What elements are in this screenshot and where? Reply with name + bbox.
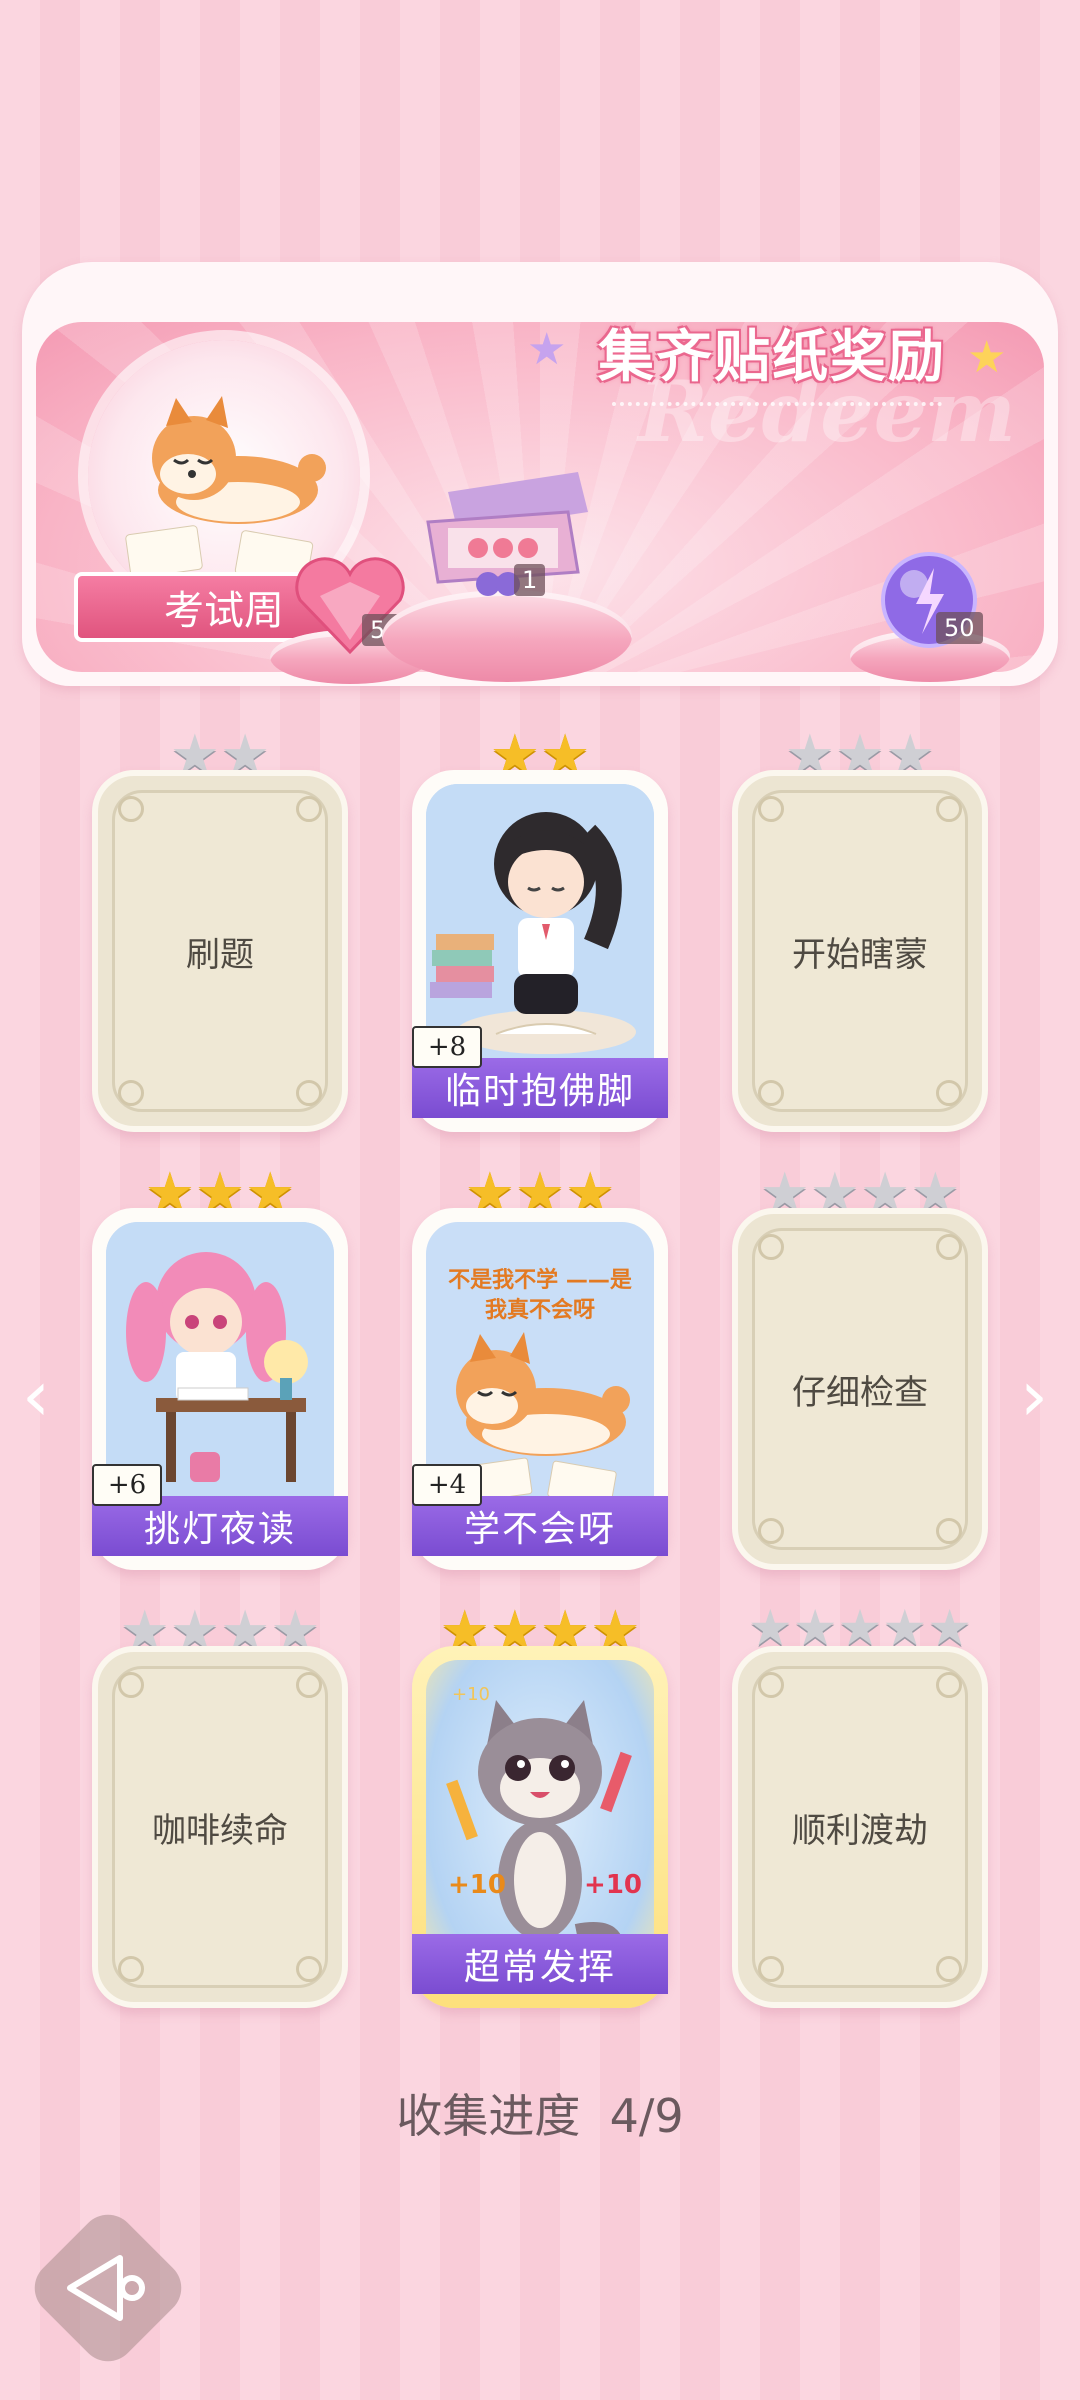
card-name: 咖啡续命 (152, 1810, 288, 1851)
art-bonus-top: +10 (452, 1684, 490, 1705)
back-arrow-icon (67, 2255, 145, 2321)
purple-star-icon: ★ (527, 324, 567, 375)
sticker-card-locked[interactable]: ★ ★ 刷题 (92, 728, 348, 1132)
art-bonus-right: +10 (584, 1870, 642, 1900)
card-frame: 咖啡续命 (92, 1646, 348, 2008)
sticker-card-unlocked[interactable]: ★ ★ ★ 不是我不学 ——是我真不会呀 学不会呀 +4 (412, 1166, 668, 1570)
sticker-card-locked[interactable]: ★ ★ ★ ★ 咖啡续命 (92, 1604, 348, 2008)
reward-energy-orb[interactable]: 50 (850, 548, 1010, 682)
bonus-tag: +6 (92, 1464, 162, 1506)
card-name: 刷题 (186, 934, 254, 975)
reward-count: 1 (514, 564, 546, 596)
gift-box-icon (426, 472, 588, 596)
sticker-card-unlocked[interactable]: ★ ★ 临时抱佛脚 +8 (412, 728, 668, 1132)
sticker-card-locked[interactable]: ★ ★ ★ 开始瞎蒙 (732, 728, 988, 1132)
sticker-card-locked[interactable]: ★ ★ ★ ★ 仔细检查 (732, 1166, 988, 1570)
bonus-tag: +8 (412, 1026, 482, 1068)
card-frame: +10 +10 +10 超常发挥 (412, 1646, 668, 2008)
card-frame: 仔细检查 (732, 1208, 988, 1570)
card-frame: 挑灯夜读 +6 (92, 1208, 348, 1570)
card-name: 开始瞎蒙 (792, 934, 928, 975)
card-frame: 临时抱佛脚 +8 (412, 770, 668, 1132)
card-frame: 刷题 (92, 770, 348, 1132)
yellow-star-icon: ★ (967, 332, 1007, 383)
progress-label: 收集进度 (396, 2089, 581, 2143)
next-page-arrow-icon[interactable]: › (1020, 1355, 1048, 1437)
prev-page-arrow-icon[interactable]: ‹ (22, 1355, 50, 1437)
reward-count: 50 (936, 612, 983, 644)
card-name: 仔细检查 (792, 1372, 928, 1413)
reward-gift-box[interactable]: 1 (382, 442, 632, 682)
sticker-card-unlocked[interactable]: ★ ★ ★ ★ +10 +10 +10 超常发挥 (412, 1604, 668, 2008)
card-name: 顺利渡劫 (792, 1810, 928, 1851)
sticker-card-locked[interactable]: ★ ★ ★ ★ ★ 顺利渡劫 (732, 1600, 988, 2008)
bonus-tag: +4 (412, 1464, 482, 1506)
progress-value: 4/9 (609, 2089, 684, 2143)
card-frame: 开始瞎蒙 (732, 770, 988, 1132)
title-dotted-line (612, 402, 942, 406)
card-frame: 顺利渡劫 (732, 1646, 988, 2008)
sticker-card-unlocked[interactable]: ★ ★ ★ 挑灯夜读 +6 (92, 1166, 348, 1570)
card-name: 超常发挥 (412, 1934, 668, 1994)
collection-progress: 收集进度 4/9 (0, 2080, 1080, 2146)
reward-banner: Redeem ★ ★ 集齐贴纸奖励 考试周 50 (22, 262, 1058, 686)
pedestal (382, 590, 632, 682)
banner-title: 集齐贴纸奖励 (598, 324, 946, 390)
art-bonus-left: +10 (448, 1870, 506, 1900)
card-frame: 不是我不学 ——是我真不会呀 学不会呀 +4 (412, 1208, 668, 1570)
